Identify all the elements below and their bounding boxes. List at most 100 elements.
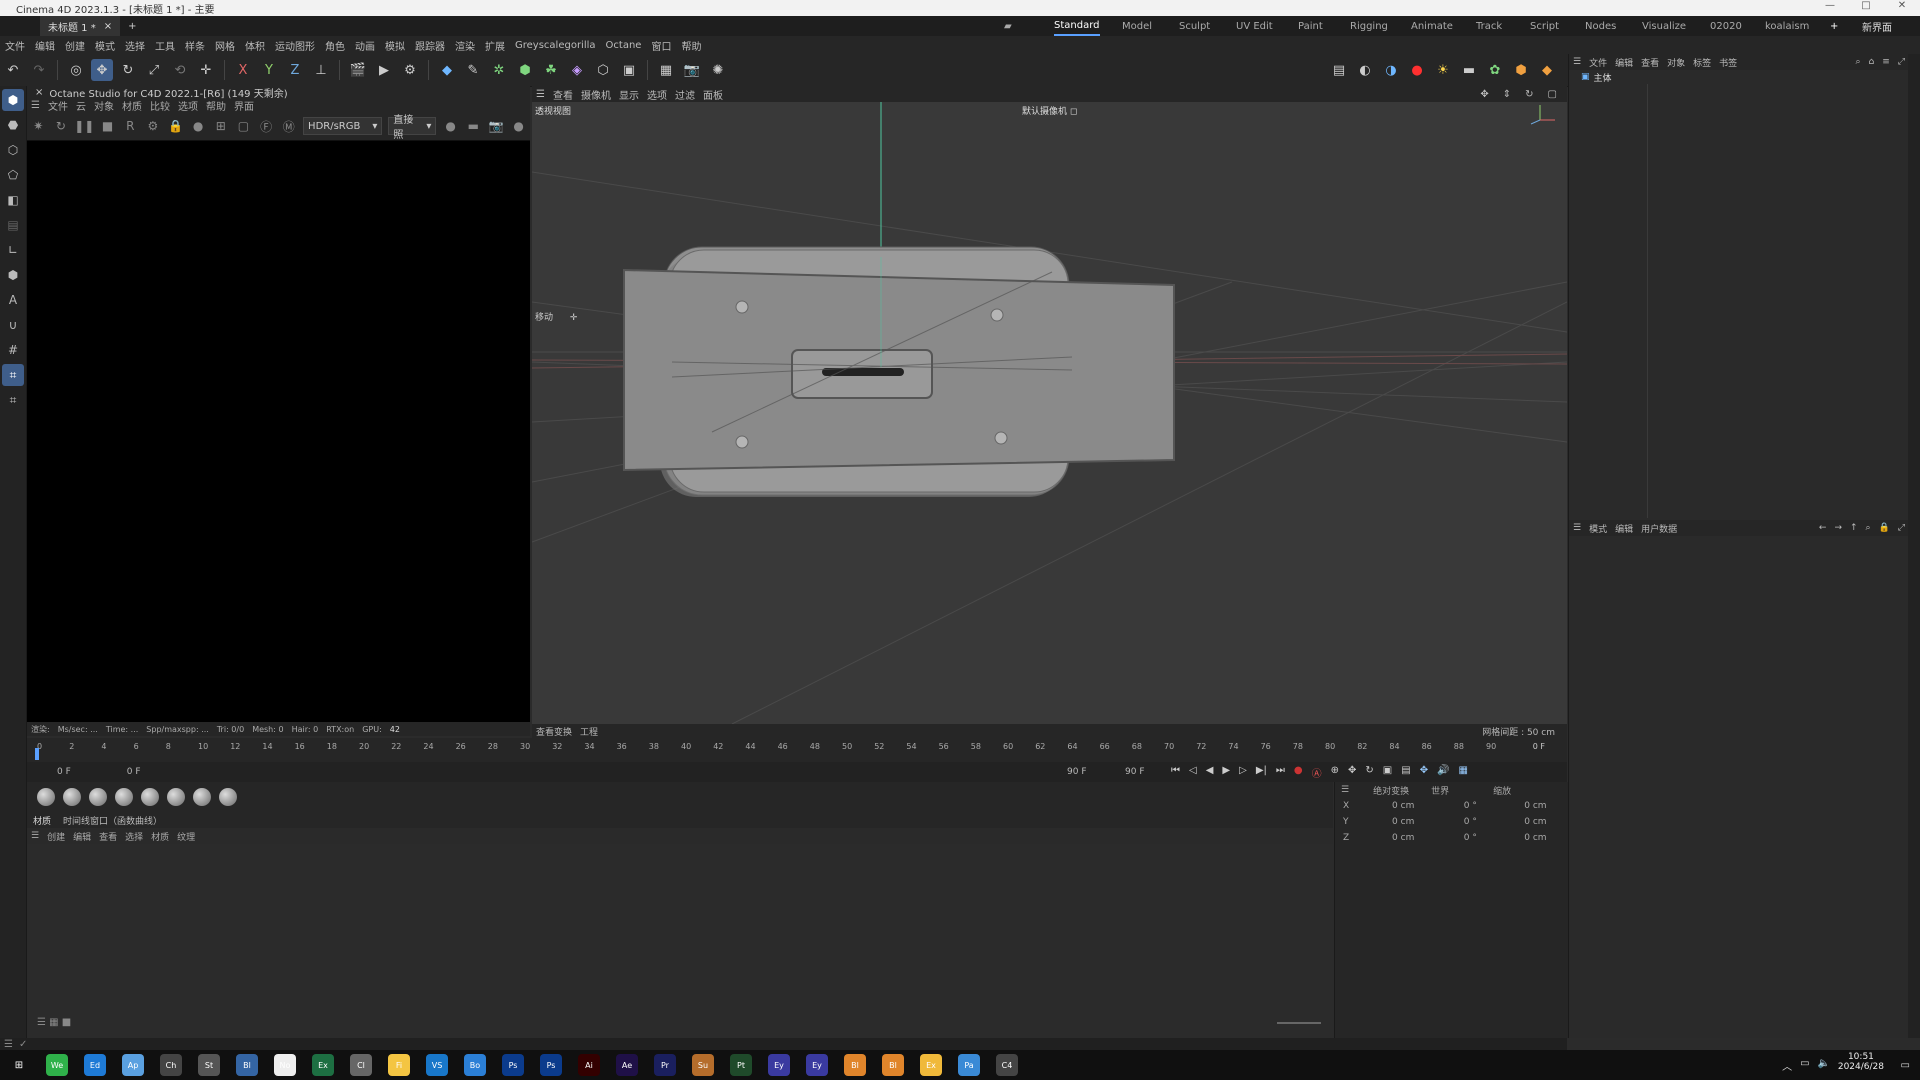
- document-tab[interactable]: 未标题 1 * ×: [40, 16, 121, 36]
- new-tab-icon[interactable]: +: [128, 21, 136, 32]
- octane-menu-objects[interactable]: 对象: [94, 98, 114, 113]
- material-ball-5[interactable]: [141, 788, 159, 806]
- points-mode-icon[interactable]: ⬡: [2, 139, 24, 161]
- object-menu-edit[interactable]: 编辑: [1615, 56, 1633, 69]
- object-menu-icon[interactable]: ☰: [1573, 57, 1581, 67]
- search-icon[interactable]: ⌕: [1855, 57, 1860, 67]
- taskbar-app-pr[interactable]: Pr: [654, 1054, 676, 1076]
- menu-mode[interactable]: 模式: [95, 38, 115, 53]
- octane-scatter-icon[interactable]: ✿: [1484, 59, 1506, 81]
- large-view-icon[interactable]: ■: [62, 1017, 71, 1028]
- octane-add-icon[interactable]: ⊞: [212, 117, 229, 135]
- octane-menu-compare[interactable]: 比较: [150, 98, 170, 113]
- viewport-menu-view[interactable]: 查看: [553, 87, 573, 102]
- light-icon[interactable]: ✺: [707, 59, 729, 81]
- menu-help[interactable]: 帮助: [681, 38, 701, 53]
- material-menu-select[interactable]: 选择: [125, 830, 143, 843]
- expand-icon[interactable]: ⤢: [1898, 57, 1905, 67]
- attr-expand-icon[interactable]: ⤢: [1898, 523, 1905, 533]
- octane-menu-icon[interactable]: ☰: [31, 100, 40, 111]
- minimize-button[interactable]: —: [1812, 0, 1848, 11]
- layout-sculpt[interactable]: Sculpt: [1179, 16, 1210, 36]
- redo-icon[interactable]: ↷: [28, 59, 50, 81]
- octane-restart-icon[interactable]: ↻: [53, 117, 70, 135]
- filter-icon[interactable]: ≡: [1882, 57, 1890, 67]
- layout-nodes[interactable]: Nodes: [1585, 16, 1616, 36]
- texture-mode-icon[interactable]: ⬣: [2, 114, 24, 136]
- close-tab-icon[interactable]: ×: [104, 21, 112, 32]
- viewport-rotate-icon[interactable]: ↻: [1525, 89, 1533, 100]
- material-menu-material[interactable]: 材质: [151, 830, 169, 843]
- object-menu-file[interactable]: 文件: [1589, 56, 1607, 69]
- menu-octane[interactable]: Octane: [606, 40, 642, 51]
- menu-animate[interactable]: 动画: [355, 38, 375, 53]
- octane-shade-icon[interactable]: ◐: [1354, 59, 1376, 81]
- preview-start-field[interactable]: 0 F: [127, 767, 141, 777]
- material-ball-7[interactable]: [193, 788, 211, 806]
- menu-volume[interactable]: 体积: [245, 38, 265, 53]
- layout-animate[interactable]: Animate: [1411, 16, 1453, 36]
- coords-menu-icon[interactable]: ☰: [1341, 785, 1349, 795]
- layout-paint[interactable]: Paint: [1298, 16, 1323, 36]
- play-icon[interactable]: ▶: [1222, 765, 1230, 780]
- up-arrow-icon[interactable]: ↑: [1850, 523, 1858, 533]
- keyframe-icon[interactable]: ⊕: [1331, 765, 1339, 780]
- attr-menu-userdata[interactable]: 用户数据: [1641, 522, 1677, 535]
- octane-sphere-icon-2[interactable]: ●: [190, 117, 207, 135]
- layout-uv-edit[interactable]: UV Edit: [1236, 16, 1273, 36]
- perspective-viewport[interactable]: 透视视图 默认摄像机 ◻ 移动 ✛: [532, 102, 1567, 724]
- octane-snapshot-icon[interactable]: 📷: [488, 117, 505, 135]
- render-settings-icon[interactable]: ⚙: [399, 59, 421, 81]
- layout-model[interactable]: Model: [1122, 16, 1152, 36]
- material-menu-create[interactable]: 创建: [47, 830, 65, 843]
- attr-menu-edit[interactable]: 编辑: [1615, 522, 1633, 535]
- transform-icon[interactable]: ✛: [195, 59, 217, 81]
- forward-arrow-icon[interactable]: →: [1834, 523, 1842, 533]
- menu-mograph[interactable]: 运动图形: [275, 38, 315, 53]
- scale-tool-icon[interactable]: ⤢: [143, 59, 165, 81]
- scene-icon[interactable]: ⬡: [592, 59, 614, 81]
- z-axis-lock-icon[interactable]: Z: [284, 59, 306, 81]
- start-frame-field[interactable]: 0 F: [57, 767, 71, 777]
- rotation-y-field[interactable]: 0 °: [1438, 817, 1503, 827]
- octane-material-icon[interactable]: ◆: [1536, 59, 1558, 81]
- key-rot-icon[interactable]: ↻: [1365, 765, 1373, 780]
- octane-kernel-dropdown[interactable]: 直接照 ▾: [388, 115, 437, 141]
- octane-color-dropdown[interactable]: HDR/sRGB ▾: [303, 117, 383, 135]
- go-to-end-icon[interactable]: ⏭: [1276, 765, 1285, 780]
- viewport-menu-panel[interactable]: 面板: [703, 87, 723, 102]
- recent-tool-icon[interactable]: ⟲: [169, 59, 191, 81]
- prev-key-icon[interactable]: ◁: [1189, 765, 1197, 780]
- layout-koalaism[interactable]: koalaism: [1765, 16, 1809, 36]
- magnet-icon[interactable]: ∪: [2, 314, 24, 336]
- taskbar-app-sub[interactable]: Su: [692, 1054, 714, 1076]
- menu-simulate[interactable]: 模拟: [385, 38, 405, 53]
- taskbar-app-eye[interactable]: Ey: [768, 1054, 790, 1076]
- layout-standard[interactable]: Standard: [1054, 16, 1100, 36]
- octane-lock-icon[interactable]: 🔒: [167, 117, 184, 135]
- maximize-button[interactable]: □: [1848, 0, 1884, 11]
- undo-icon[interactable]: ↶: [2, 59, 24, 81]
- taskbar-app-blend[interactable]: Bl: [844, 1054, 866, 1076]
- octane-rect-icon[interactable]: ▬: [465, 117, 482, 135]
- menu-render[interactable]: 渲染: [455, 38, 475, 53]
- timeline-icon[interactable]: ▦: [1459, 765, 1468, 780]
- attr-menu-mode[interactable]: 模式: [1589, 522, 1607, 535]
- taskbar-app-ae[interactable]: Ae: [616, 1054, 638, 1076]
- workplane-icon[interactable]: #: [2, 339, 24, 361]
- rotation-x-field[interactable]: 0 °: [1438, 801, 1503, 811]
- render-view-icon[interactable]: 🎬: [347, 59, 369, 81]
- octane-region-icon[interactable]: R: [122, 117, 139, 135]
- taskbar-app-files[interactable]: Fi: [388, 1054, 410, 1076]
- viewport-zoom-icon[interactable]: ⇕: [1503, 89, 1511, 100]
- home-icon[interactable]: ⌂: [1869, 57, 1875, 67]
- material-ball-3[interactable]: [89, 788, 107, 806]
- zoom-slider[interactable]: [1277, 1022, 1321, 1024]
- mograph-cloner-icon[interactable]: ⬢: [514, 59, 536, 81]
- menu-select[interactable]: 选择: [125, 38, 145, 53]
- cube-icon[interactable]: ◆: [436, 59, 458, 81]
- material-manager-area[interactable]: ☰ ▦ ■: [27, 844, 1333, 1034]
- position-z-field[interactable]: 0 cm: [1369, 833, 1438, 843]
- prev-frame-icon[interactable]: ◀: [1206, 765, 1214, 780]
- sound-icon[interactable]: 🔊: [1437, 765, 1449, 780]
